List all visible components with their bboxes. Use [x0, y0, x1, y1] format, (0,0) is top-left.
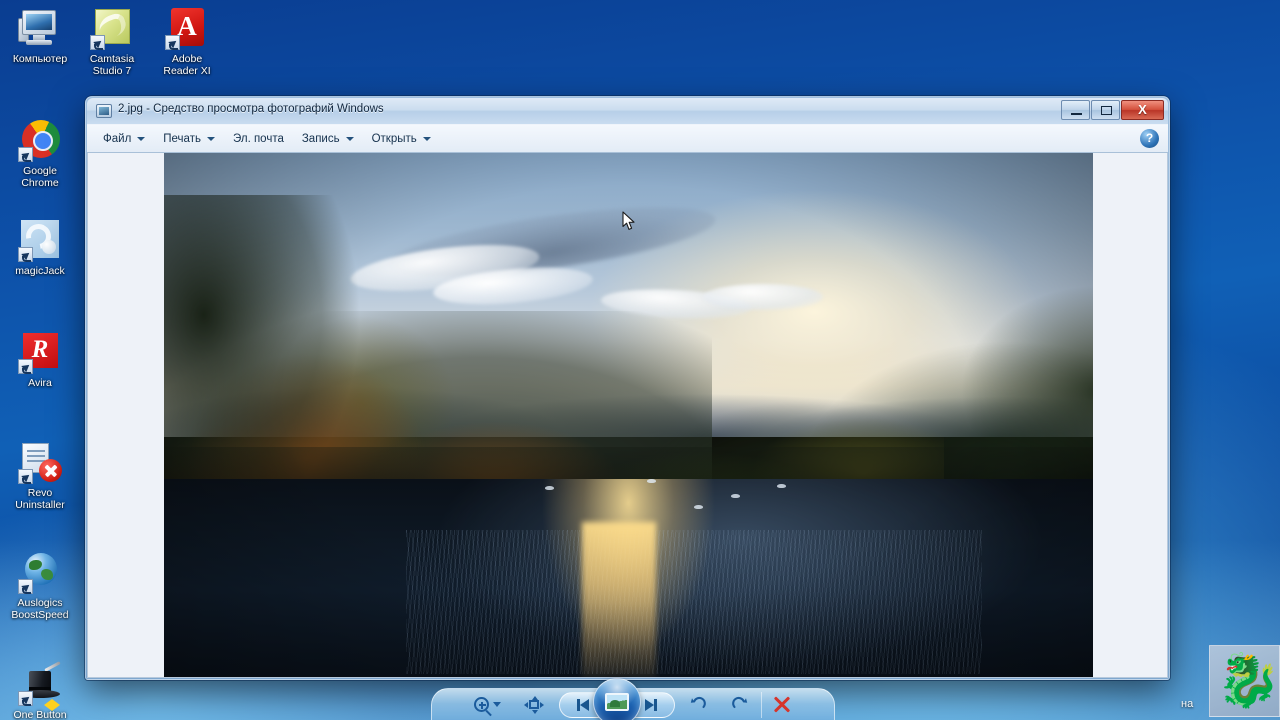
desktop-icon-one-button[interactable]: One Button	[2, 661, 78, 720]
chevron-down-icon	[206, 136, 215, 141]
desktop-icon-label: One Button	[13, 709, 67, 720]
desktop-icon-label: magicJack	[15, 265, 65, 277]
next-icon	[653, 698, 657, 711]
rotate-left-button[interactable]	[679, 692, 719, 718]
revo-uninstaller-icon	[18, 440, 62, 484]
menu-label: Эл. почта	[232, 132, 284, 145]
minimize-button[interactable]	[1061, 100, 1090, 120]
menu-item-open[interactable]: Открыть	[363, 128, 440, 150]
menu-item-print[interactable]: Печать	[154, 128, 224, 150]
desktop-icon-label: Компьютер	[12, 53, 68, 65]
help-icon[interactable]: ?	[1140, 129, 1159, 148]
window-title-bar[interactable]: 2.jpg - Средство просмотра фотографий Wi…	[87, 98, 1168, 125]
desktop-icon-auslogics-boostspeed[interactable]: Auslogics BoostSpeed	[2, 550, 78, 622]
desktop-partial-text: на	[1181, 698, 1194, 710]
navigation-group	[558, 677, 675, 720]
desktop-icon-label: Revo Uninstaller	[15, 487, 65, 512]
close-icon: X	[1138, 102, 1147, 117]
chevron-down-icon	[493, 702, 501, 707]
adobe-reader-icon: A	[165, 6, 209, 50]
slideshow-icon	[604, 692, 629, 711]
rotate-right-icon	[731, 696, 748, 713]
window-title: 2.jpg - Средство просмотра фотографий Wi…	[118, 103, 384, 115]
slideshow-button[interactable]	[592, 677, 641, 720]
desktop-icon-computer[interactable]: Компьютер	[2, 6, 78, 65]
desktop-icon-label: Avira	[28, 377, 52, 389]
desktop-icon-label: Camtasia Studio 7	[89, 53, 135, 78]
rotate-right-button[interactable]	[720, 692, 760, 718]
desktop-icon-label: Google Chrome	[21, 165, 59, 190]
fit-to-window-icon	[523, 695, 544, 714]
menu-item-burn[interactable]: Запись	[293, 128, 363, 150]
chevron-down-icon	[422, 136, 431, 141]
chevron-down-icon	[137, 136, 146, 141]
desktop-icon-label: Adobe Reader XI	[163, 53, 211, 78]
window-controls: X	[1061, 100, 1164, 120]
menu-label: Открыть	[371, 132, 417, 145]
maximize-button[interactable]	[1091, 100, 1120, 120]
desktop-icon-magicjack[interactable]: magicJack	[2, 218, 78, 277]
desktop-icon-avira[interactable]: R Avira	[2, 330, 78, 389]
menu-item-email[interactable]: Эл. почта	[224, 128, 293, 150]
photo-viewer-window: 2.jpg - Средство просмотра фотографий Wi…	[85, 96, 1170, 680]
rotate-left-icon	[690, 696, 707, 713]
fit-to-window-button[interactable]	[513, 692, 555, 718]
camtasia-icon	[90, 6, 134, 50]
delete-button[interactable]	[760, 691, 803, 718]
viewer-toolbar	[431, 677, 835, 720]
one-button-icon	[18, 661, 62, 711]
computer-icon	[18, 6, 62, 50]
menu-label: Печать	[163, 132, 201, 145]
photo-viewer-icon	[96, 104, 112, 118]
chevron-down-icon	[345, 136, 354, 141]
zoom-button[interactable]	[464, 692, 512, 718]
close-button[interactable]: X	[1121, 100, 1164, 120]
delete-x-icon	[773, 696, 791, 714]
magicjack-icon	[18, 218, 62, 262]
dragon-icon: 🐉	[1216, 652, 1280, 710]
magnifier-plus-icon	[474, 697, 489, 712]
menu-label: Запись	[301, 132, 340, 145]
photo-image	[164, 153, 1093, 677]
dragon-gadget[interactable]: 🐉	[1209, 645, 1280, 717]
desktop-icon-label: Auslogics BoostSpeed	[11, 597, 69, 622]
desktop-icon-google-chrome[interactable]: Google Chrome	[2, 118, 78, 190]
desktop-icon-camtasia[interactable]: Camtasia Studio 7	[74, 6, 150, 78]
chrome-icon	[18, 118, 62, 162]
desktop-icon-revo-uninstaller[interactable]: Revo Uninstaller	[2, 440, 78, 512]
auslogics-boostspeed-icon	[18, 550, 62, 594]
avira-icon: R	[18, 330, 62, 374]
desktop-icon-adobe-reader[interactable]: A Adobe Reader XI	[149, 6, 225, 78]
menu-bar: Файл Печать Эл. почта Запись Открыть ?	[87, 125, 1168, 153]
image-canvas[interactable]	[87, 153, 1168, 678]
menu-label: Файл	[103, 132, 132, 145]
menu-item-file[interactable]: Файл	[94, 128, 154, 150]
